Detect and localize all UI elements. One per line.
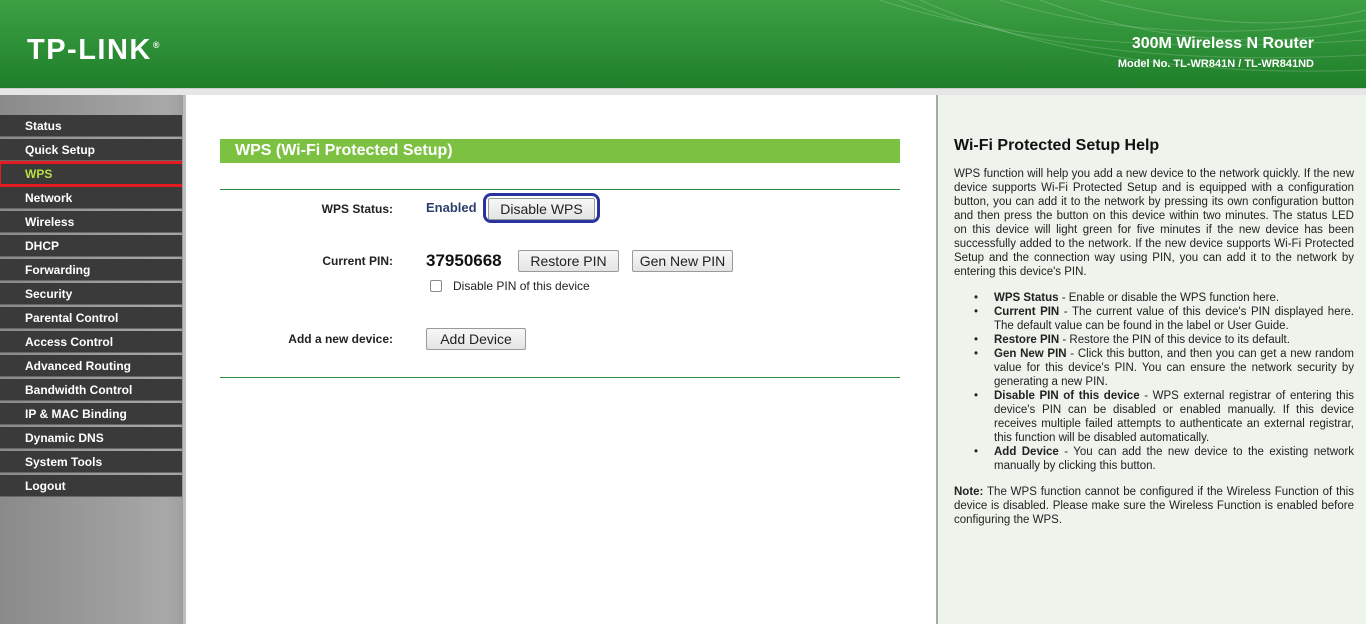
- help-desc: - Enable or disable the WPS function her…: [1058, 292, 1280, 304]
- help-list: • WPS Status - Enable or disable the WPS …: [974, 291, 1354, 473]
- sidebar-item-quick-setup[interactable]: Quick Setup: [0, 139, 182, 161]
- product-name: 300M Wireless N Router: [1131, 35, 1314, 52]
- help-term: Add Device: [994, 446, 1059, 458]
- help-term: Restore PIN: [994, 334, 1060, 346]
- help-note-text: The WPS function cannot be configured if…: [954, 486, 1354, 526]
- sidebar-item-dynamic-dns[interactable]: Dynamic DNS: [0, 427, 182, 449]
- help-item-current-pin: • Current PIN - The current value of this…: [974, 305, 1354, 333]
- wps-status-label: WPS Status:: [321, 202, 393, 216]
- restore-pin-button[interactable]: Restore PIN: [518, 250, 619, 272]
- add-device-button[interactable]: Add Device: [426, 328, 526, 350]
- help-term: Gen New PIN: [994, 348, 1067, 360]
- sidebar-item-security[interactable]: Security: [0, 283, 182, 305]
- sidebar-item-forwarding[interactable]: Forwarding: [0, 259, 182, 281]
- sidebar-item-status[interactable]: Status: [0, 115, 182, 137]
- disable-pin-checkbox[interactable]: [430, 280, 442, 292]
- sidebar: Status Quick Setup WPS Network Wireless …: [0, 95, 188, 624]
- sidebar-menu: Status Quick Setup WPS Network Wireless …: [0, 115, 188, 499]
- help-desc: - Restore the PIN of this device to its …: [1059, 334, 1290, 346]
- sidebar-item-system-tools[interactable]: System Tools: [0, 451, 182, 473]
- current-pin-value: 37950668: [426, 251, 502, 270]
- sidebar-item-logout[interactable]: Logout: [0, 475, 182, 497]
- sidebar-item-access-control[interactable]: Access Control: [0, 331, 182, 353]
- gen-new-pin-button[interactable]: Gen New PIN: [632, 250, 733, 272]
- top-divider: [220, 189, 900, 190]
- sidebar-item-advanced-routing[interactable]: Advanced Routing: [0, 355, 182, 377]
- logo-registered-mark: ®: [152, 40, 162, 51]
- header-divider: [0, 88, 1366, 95]
- disable-wps-button[interactable]: Disable WPS: [488, 198, 595, 220]
- bullet-icon: •: [974, 446, 979, 458]
- add-device-label: Add a new device:: [288, 332, 393, 346]
- help-item-add-device: • Add Device - You can add the new device…: [974, 445, 1354, 473]
- help-term: Current PIN: [994, 306, 1060, 318]
- sidebar-item-bandwidth-control[interactable]: Bandwidth Control: [0, 379, 182, 401]
- main-content: WPS (Wi-Fi Protected Setup) WPS Status: …: [186, 95, 936, 624]
- sidebar-item-network[interactable]: Network: [0, 187, 182, 209]
- help-item-wps-status: • WPS Status - Enable or disable the WPS …: [974, 291, 1354, 305]
- help-term: Disable PIN of this device: [994, 390, 1140, 402]
- help-item-gen-new-pin: • Gen New PIN - Click this button, and th…: [974, 347, 1354, 389]
- header-banner: TP-LINK® 300M Wireless N Router Model No…: [0, 0, 1366, 88]
- help-panel: Wi-Fi Protected Setup Help WPS function …: [936, 95, 1366, 624]
- page-title: WPS (Wi-Fi Protected Setup): [220, 139, 900, 163]
- tp-link-logo: TP-LINK®: [27, 34, 161, 67]
- sidebar-item-parental-control[interactable]: Parental Control: [0, 307, 182, 329]
- help-intro: WPS function will help you add a new dev…: [954, 168, 1354, 278]
- bullet-icon: •: [974, 348, 979, 360]
- sidebar-item-wireless[interactable]: Wireless: [0, 211, 182, 233]
- help-term: WPS Status: [994, 292, 1059, 304]
- sidebar-item-wps[interactable]: WPS: [0, 161, 188, 187]
- help-note-label: Note:: [954, 486, 984, 498]
- sidebar-item-dhcp[interactable]: DHCP: [0, 235, 182, 257]
- bullet-icon: •: [974, 292, 979, 304]
- help-note: Note: The WPS function cannot be configu…: [954, 485, 1354, 527]
- disable-pin-checkbox-label: Disable PIN of this device: [453, 279, 590, 293]
- bullet-icon: •: [974, 306, 979, 318]
- current-pin-label: Current PIN:: [322, 254, 393, 268]
- bullet-icon: •: [974, 390, 979, 402]
- help-item-restore-pin: • Restore PIN - Restore the PIN of this d…: [974, 333, 1354, 347]
- sidebar-item-ip-mac-binding[interactable]: IP & MAC Binding: [0, 403, 182, 425]
- wps-status-value: Enabled: [426, 200, 477, 215]
- bottom-divider: [220, 377, 900, 378]
- help-item-disable-pin: • Disable PIN of this device - WPS extern…: [974, 389, 1354, 445]
- model-number: Model No. TL-WR841N / TL-WR841ND: [1117, 58, 1314, 70]
- logo-text: TP-LINK: [27, 34, 152, 66]
- bullet-icon: •: [974, 334, 979, 346]
- help-title: Wi-Fi Protected Setup Help: [954, 137, 1160, 154]
